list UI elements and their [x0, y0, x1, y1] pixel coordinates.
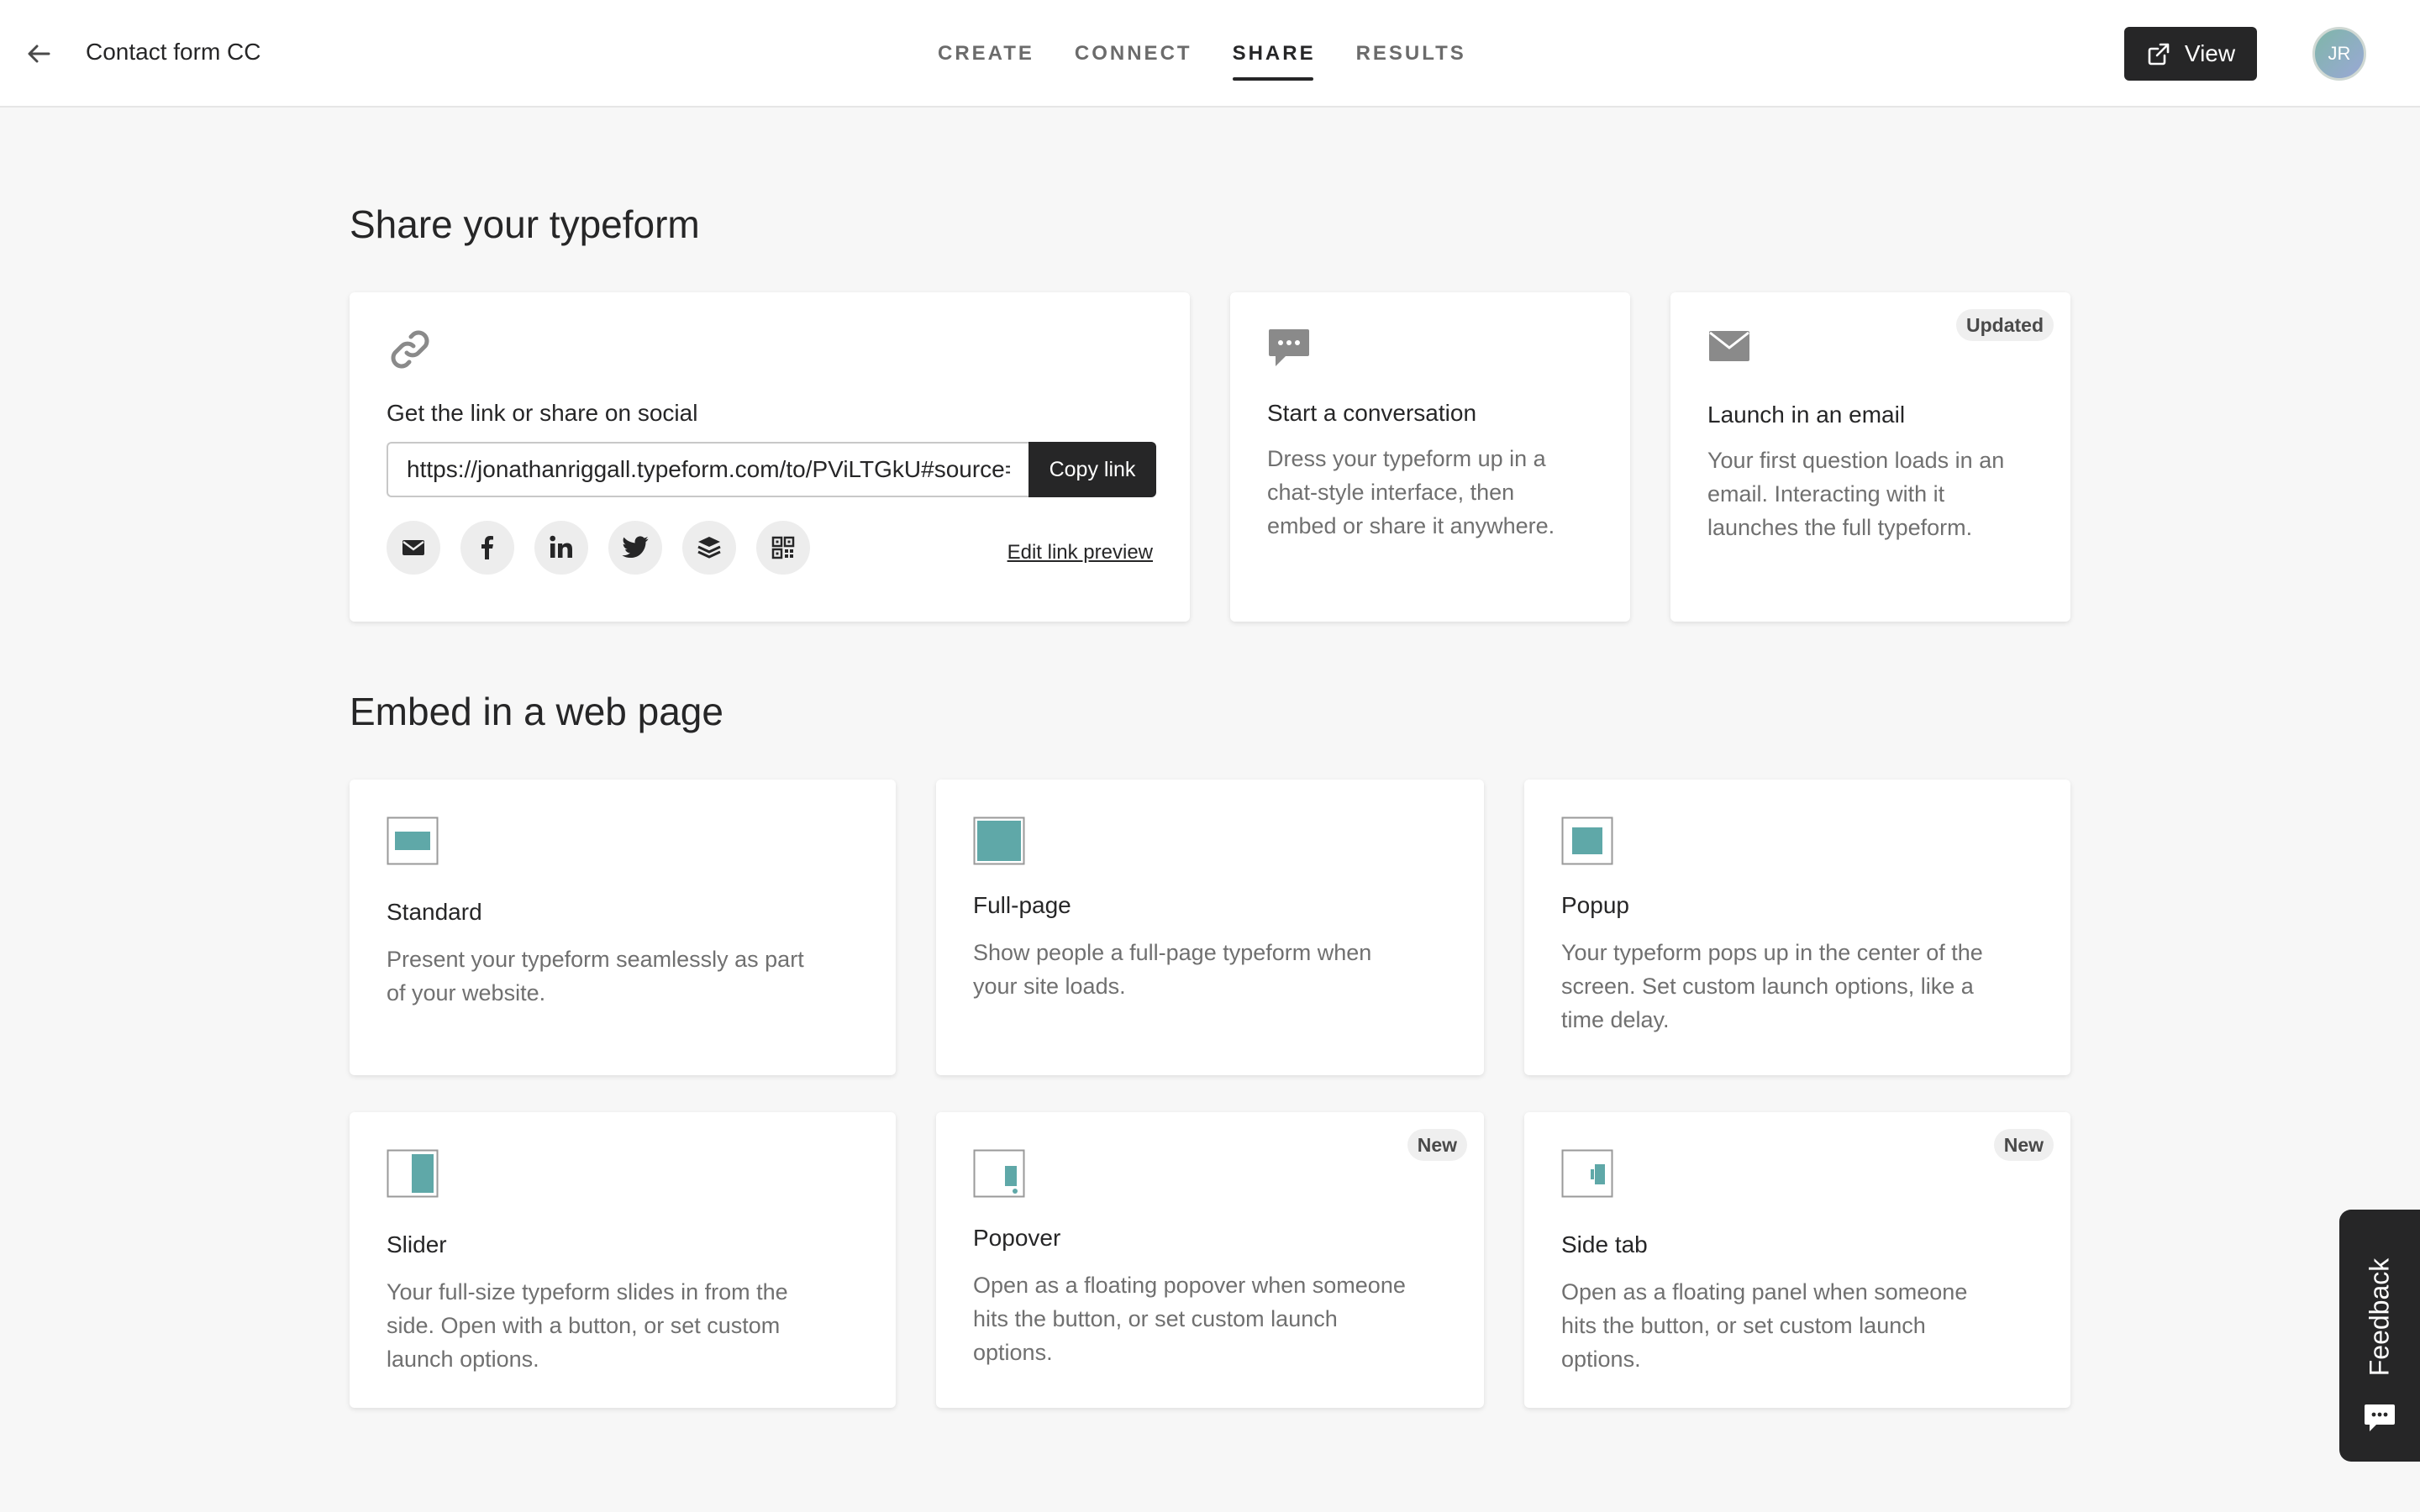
conversation-title: Start a conversation [1267, 400, 1477, 426]
popover-embed-icon [973, 1149, 1025, 1198]
view-button-label: View [2184, 40, 2236, 66]
embed-card-slider[interactable]: Slider Your full-size typeform slides in… [350, 1112, 896, 1408]
facebook-icon[interactable] [460, 521, 514, 575]
linkedin-icon[interactable] [534, 521, 588, 575]
slider-title: Slider [387, 1231, 447, 1257]
form-title: Contact form CC [86, 39, 261, 65]
embed-card-standard[interactable]: Standard Present your typeform seamlessl… [350, 780, 896, 1075]
tab-create[interactable]: CREATE [938, 0, 1034, 108]
edit-link-preview[interactable]: Edit link preview [1007, 541, 1153, 564]
standard-desc: Present your typeform seamlessly as part… [387, 947, 804, 1005]
back-arrow-icon[interactable] [22, 37, 55, 71]
embed-card-full-page[interactable]: Full-page Show people a full-page typefo… [936, 780, 1484, 1075]
tab-results[interactable]: RESULTS [1356, 0, 1466, 108]
social-share-row [387, 521, 810, 575]
main-tabs: CREATE CONNECT SHARE RESULTS [938, 0, 1507, 108]
popup-title: Popup [1561, 892, 1629, 918]
full-page-embed-icon [973, 816, 1025, 865]
feedback-label: Feedback [2364, 1257, 2395, 1377]
copy-link-button[interactable]: Copy link [1028, 442, 1156, 497]
external-link-icon [2148, 43, 2170, 66]
chat-icon [2365, 1404, 2395, 1431]
embed-card-side-tab[interactable]: New Side tab Open as a floating panel wh… [1524, 1112, 2070, 1408]
standard-embed-icon [387, 816, 439, 865]
avatar[interactable]: JR [2312, 27, 2366, 81]
embed-card-popup[interactable]: Popup Your typeform pops up in the cente… [1524, 780, 2070, 1075]
popover-title: Popover [973, 1225, 1061, 1251]
conversation-desc: Dress your typeform up in a chat-style i… [1267, 446, 1555, 538]
qr-code-icon[interactable] [756, 521, 810, 575]
tab-share[interactable]: SHARE [1232, 0, 1316, 108]
email-launch-desc: Your first question loads in an email. I… [1707, 448, 2005, 540]
full-page-title: Full-page [973, 892, 1071, 918]
feedback-tab[interactable]: Feedback [2339, 1210, 2420, 1462]
top-bar: Contact form CC CREATE CONNECT SHARE RES… [0, 0, 2420, 108]
side-tab-title: Side tab [1561, 1231, 1648, 1257]
updated-badge: Updated [1956, 309, 2054, 341]
standard-title: Standard [387, 899, 482, 925]
embed-card-popover[interactable]: New Popover Open as a floating popover w… [936, 1112, 1484, 1408]
share-url-input[interactable] [387, 442, 1028, 497]
slider-desc: Your full-size typeform slides in from t… [387, 1279, 788, 1372]
full-page-desc: Show people a full-page typeform when yo… [973, 940, 1372, 999]
tab-connect[interactable]: CONNECT [1075, 0, 1192, 108]
slider-embed-icon [387, 1149, 439, 1198]
link-icon [391, 330, 429, 369]
popup-desc: Your typeform pops up in the center of t… [1561, 940, 1983, 1032]
share-section-title: Share your typeform [350, 202, 700, 246]
new-badge: New [1993, 1129, 2054, 1161]
envelope-icon [1709, 331, 1749, 361]
side-tab-desc: Open as a floating panel when someone hi… [1561, 1279, 1968, 1372]
email-launch-card[interactable]: Updated Launch in an email Your first qu… [1670, 292, 2070, 622]
chat-bubble-icon [1269, 329, 1309, 366]
conversation-card[interactable]: Start a conversation Dress your typeform… [1230, 292, 1630, 622]
email-launch-title: Launch in an email [1707, 402, 1906, 428]
popup-embed-icon [1561, 816, 1613, 865]
twitter-icon[interactable] [608, 521, 662, 575]
view-button[interactable]: View [2124, 27, 2257, 81]
share-link-card: Get the link or share on social Copy lin… [350, 292, 1190, 622]
embed-section-title: Embed in a web page [350, 690, 723, 733]
side-tab-embed-icon [1561, 1149, 1613, 1198]
new-badge: New [1407, 1129, 1467, 1161]
popover-desc: Open as a floating popover when someone … [973, 1273, 1406, 1365]
email-icon[interactable] [387, 521, 440, 575]
buffer-icon[interactable] [682, 521, 736, 575]
share-link-title: Get the link or share on social [387, 400, 698, 426]
